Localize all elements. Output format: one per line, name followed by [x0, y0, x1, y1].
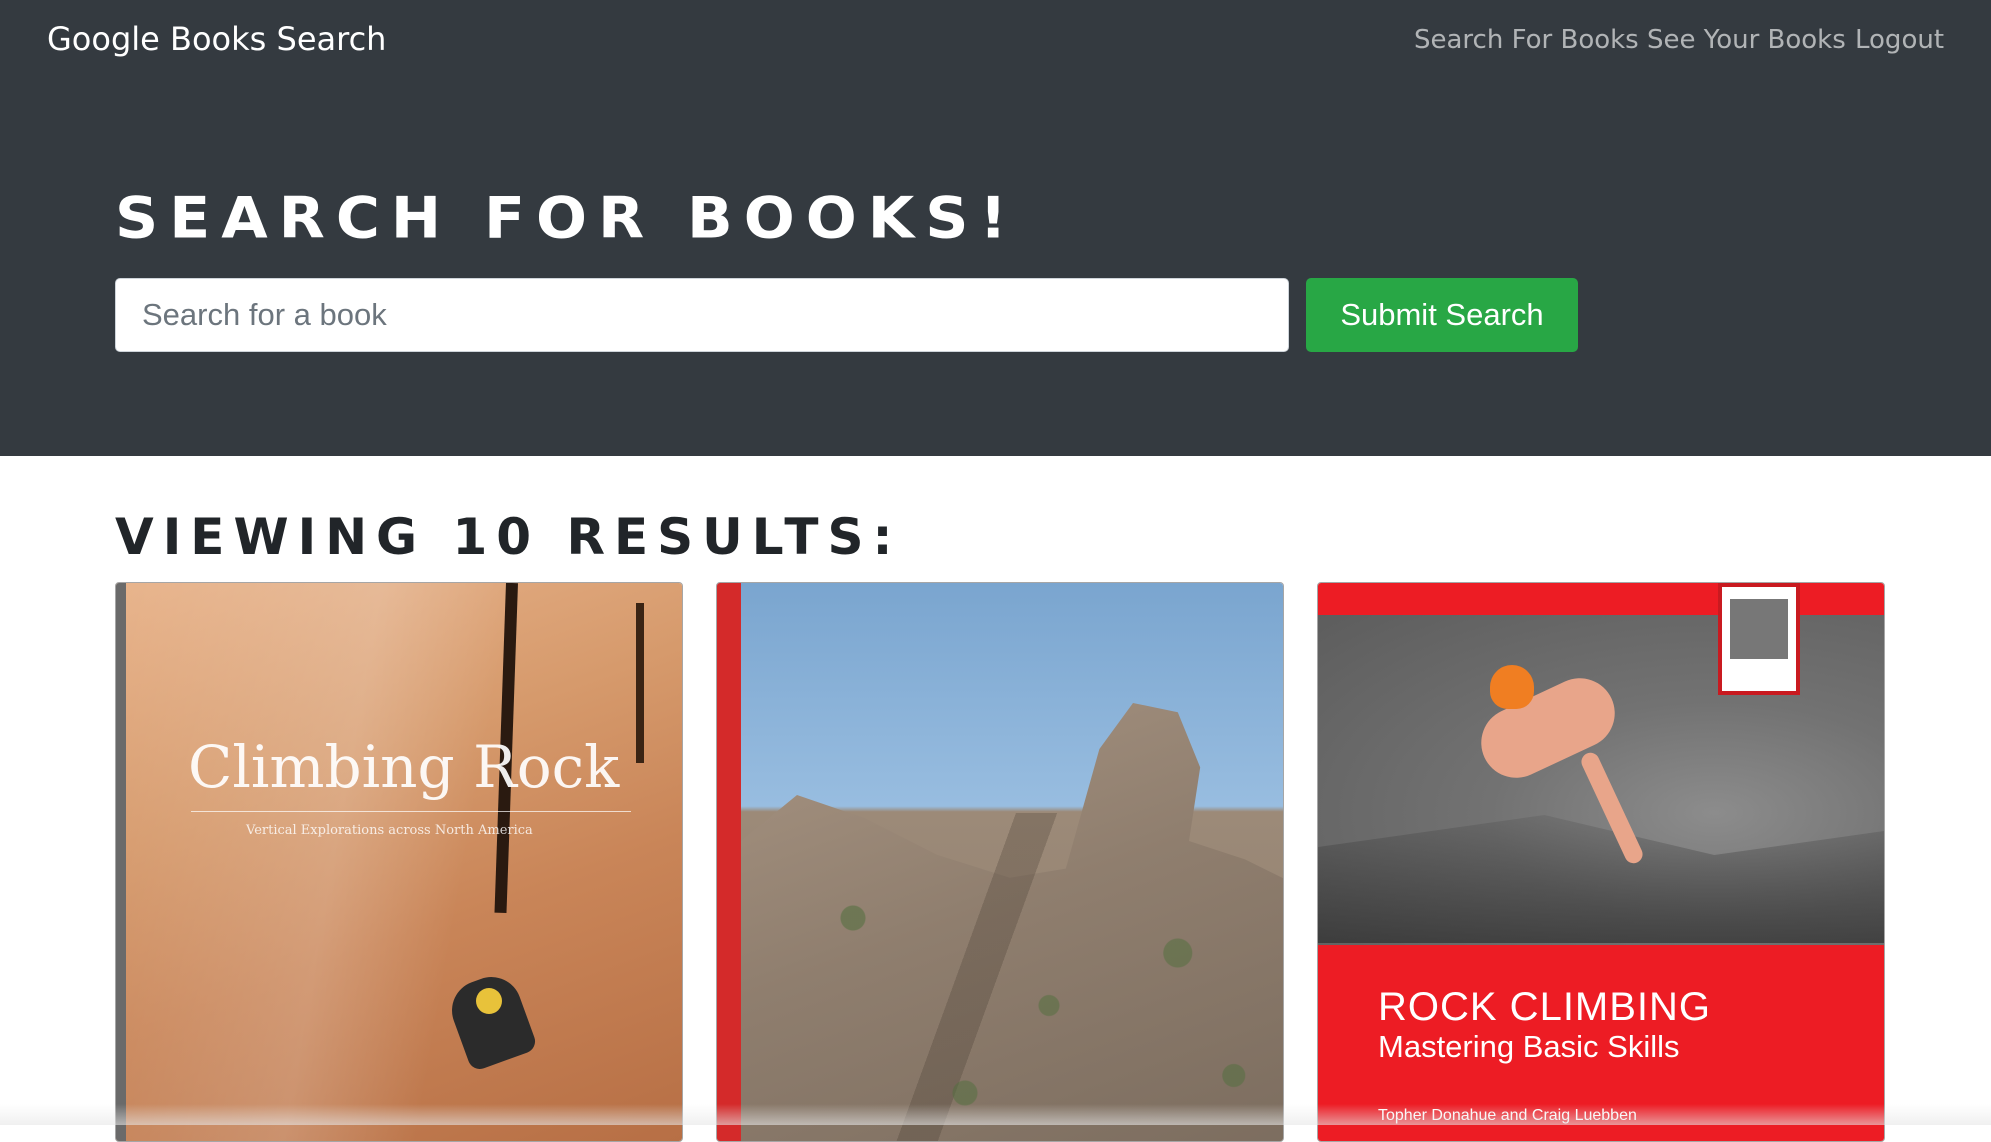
book-cover-image: Climbing Rock Vertical Explorations acro…: [116, 583, 682, 1141]
book-card[interactable]: ROCK CLIMBING Mastering Basic Skills Top…: [1317, 582, 1885, 1142]
cover-climber-helmet: [476, 988, 502, 1014]
cover-vegetation: [741, 813, 1283, 1141]
cover-title: ROCK CLIMBING: [1378, 985, 1712, 1029]
cover-climber-helmet: [1490, 665, 1534, 709]
nav-link-logout[interactable]: Logout: [1855, 25, 1944, 55]
search-hero: Search for Books! Submit Search: [0, 82, 1991, 456]
brand-link[interactable]: Google Books Search: [47, 20, 386, 58]
book-cover-image: [717, 583, 1283, 1141]
submit-search-button[interactable]: Submit Search: [1306, 278, 1578, 352]
nav-link-see-your-books[interactable]: See Your Books: [1647, 25, 1846, 55]
navbar: Google Books Search Search For Books See…: [0, 0, 1991, 82]
page-title: Search for Books!: [115, 185, 1018, 252]
cover-rock-crack: [636, 603, 644, 763]
cover-title: Climbing Rock: [188, 733, 620, 801]
search-input[interactable]: [115, 278, 1289, 352]
cover-divider: [191, 811, 631, 812]
cover-edge: [116, 583, 126, 1141]
results-heading: Viewing 10 results:: [115, 508, 902, 566]
cover-publisher-badge: [1718, 583, 1800, 695]
book-cover-image: ROCK CLIMBING Mastering Basic Skills Top…: [1318, 583, 1884, 1141]
nav-link-search-for-books[interactable]: Search For Books: [1414, 25, 1639, 55]
publisher-logo-icon: [1730, 599, 1788, 659]
cover-subtitle: Mastering Basic Skills: [1378, 1029, 1680, 1064]
cover-spine: [717, 583, 741, 1141]
cover-authors: Topher Donahue and Craig Luebben: [1378, 1107, 1637, 1124]
cover-climber: [443, 968, 539, 1073]
cover-subtitle: Vertical Explorations across North Ameri…: [246, 823, 533, 838]
book-card[interactable]: Climbing Rock Vertical Explorations acro…: [115, 582, 683, 1142]
book-card[interactable]: [716, 582, 1284, 1142]
